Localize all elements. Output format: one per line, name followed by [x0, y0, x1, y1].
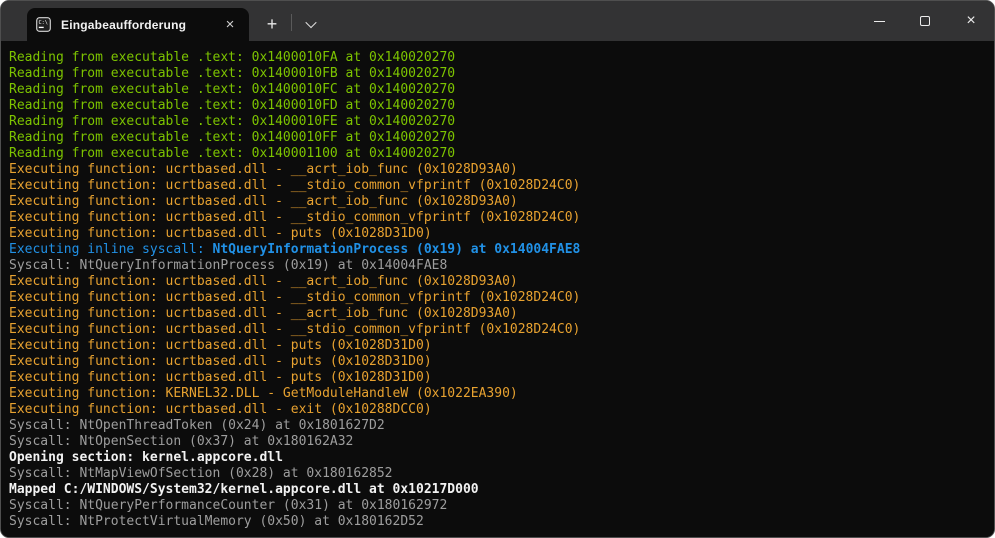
terminal-line: Reading from executable .text: 0x1400010… — [9, 130, 986, 146]
terminal-line: Executing function: ucrtbased.dll - __ac… — [9, 194, 986, 210]
terminal-line: Reading from executable .text: 0x1400010… — [9, 50, 986, 66]
terminal-line: Reading from executable .text: 0x1400010… — [9, 82, 986, 98]
titlebar[interactable]: C:\ Eingabeaufforderung × + × — [1, 1, 994, 41]
terminal-line: Executing function: ucrtbased.dll - puts… — [9, 338, 986, 354]
terminal-window: C:\ Eingabeaufforderung × + × — [0, 0, 995, 538]
maximize-button[interactable] — [902, 1, 948, 41]
window-controls: × — [856, 1, 994, 41]
terminal-line: Mapped C:/WINDOWS/System32/kernel.appcor… — [9, 482, 986, 498]
maximize-icon — [920, 16, 930, 26]
tab-eingabeaufforderung[interactable]: C:\ Eingabeaufforderung × — [27, 8, 249, 41]
terminal-line: Executing function: ucrtbased.dll - __st… — [9, 178, 986, 194]
terminal-line: Reading from executable .text: 0x1400010… — [9, 114, 986, 130]
terminal-line: Executing function: ucrtbased.dll - puts… — [9, 226, 986, 242]
minimize-button[interactable] — [856, 1, 902, 41]
close-icon: × — [226, 17, 235, 32]
terminal-line: Executing function: ucrtbased.dll - puts… — [9, 370, 986, 386]
terminal-line: Reading from executable .text: 0x1400010… — [9, 66, 986, 82]
terminal-line: Executing function: ucrtbased.dll - __st… — [9, 322, 986, 338]
terminal-line: Executing function: ucrtbased.dll - __ac… — [9, 274, 986, 290]
tab-dropdown-button[interactable] — [297, 9, 325, 39]
terminal-line: Syscall: NtOpenThreadToken (0x24) at 0x1… — [9, 418, 986, 434]
terminal-line: Executing function: KERNEL32.DLL - GetMo… — [9, 386, 986, 402]
terminal-line: Syscall: NtQueryPerformanceCounter (0x31… — [9, 498, 986, 514]
terminal-line: Syscall: NtProtectVirtualMemory (0x50) a… — [9, 514, 986, 530]
terminal-output[interactable]: Reading from executable .text: 0x1400010… — [1, 41, 994, 537]
svg-text:C:\: C:\ — [38, 20, 47, 26]
cmd-prompt-icon: C:\ — [36, 17, 51, 32]
chevron-down-icon — [305, 17, 316, 28]
close-icon: × — [966, 13, 975, 29]
terminal-line: Executing function: ucrtbased.dll - exit… — [9, 402, 986, 418]
terminal-line: Executing function: ucrtbased.dll - puts… — [9, 354, 986, 370]
tab-title: Eingabeaufforderung — [61, 18, 219, 32]
terminal-line: Executing function: ucrtbased.dll - __ac… — [9, 162, 986, 178]
minimize-icon — [874, 21, 885, 22]
terminal-line: Executing function: ucrtbased.dll - __st… — [9, 290, 986, 306]
new-tab-button[interactable]: + — [257, 9, 287, 39]
terminal-line: Reading from executable .text: 0x1400010… — [9, 98, 986, 114]
tabbar-separator — [291, 14, 292, 31]
terminal-line: Syscall: NtMapViewOfSection (0x28) at 0x… — [9, 466, 986, 482]
terminal-line: Opening section: kernel.appcore.dll — [9, 450, 986, 466]
terminal-line: Reading from executable .text: 0x1400011… — [9, 146, 986, 162]
terminal-line: Syscall: NtQueryInformationProcess (0x19… — [9, 258, 986, 274]
plus-icon: + — [267, 14, 278, 35]
terminal-line: Syscall: NtOpenSection (0x37) at 0x18016… — [9, 434, 986, 450]
terminal-line: Executing inline syscall: NtQueryInforma… — [9, 242, 986, 258]
terminal-line: Executing function: ucrtbased.dll - __st… — [9, 210, 986, 226]
terminal-line: Executing function: ucrtbased.dll - __ac… — [9, 306, 986, 322]
tab-close-button[interactable]: × — [219, 14, 241, 36]
close-button[interactable]: × — [948, 1, 994, 41]
